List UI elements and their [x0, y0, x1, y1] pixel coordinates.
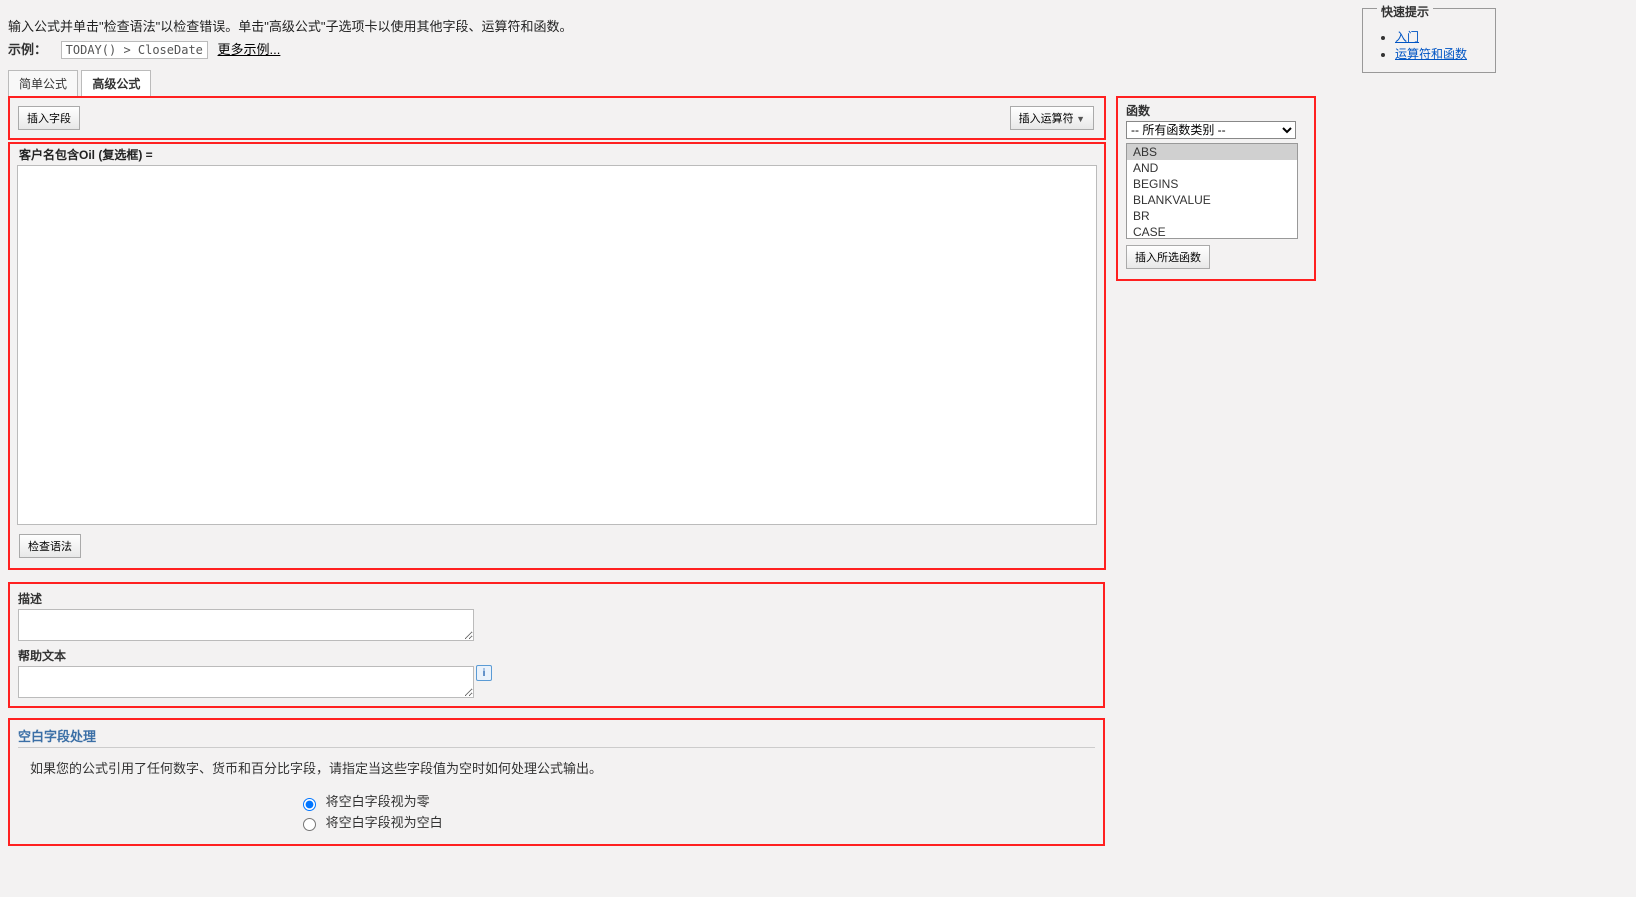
function-item-abs[interactable]: ABS [1127, 144, 1297, 160]
function-item-case[interactable]: CASE [1127, 224, 1297, 239]
function-list[interactable]: ABS AND BEGINS BLANKVALUE BR CASE [1126, 143, 1298, 239]
formula-toolbar: 插入字段 插入运算符 [8, 96, 1106, 140]
formula-field-label: 客户名包含Oil (复选框) = [11, 144, 1103, 163]
blank-option-blank-label[interactable]: 将空白字段视为空白 [298, 812, 1095, 832]
info-icon[interactable]: i [476, 665, 492, 681]
function-category-select[interactable]: -- 所有函数类别 -- [1126, 121, 1296, 139]
blank-option-zero-radio[interactable] [303, 798, 316, 811]
blank-option-zero-label[interactable]: 将空白字段视为零 [298, 791, 1095, 811]
more-examples-link[interactable]: 更多示例... [218, 42, 281, 57]
description-textarea[interactable] [18, 609, 474, 641]
blank-option-blank-text: 将空白字段视为空白 [326, 815, 443, 830]
formula-editor-panel: 客户名包含Oil (复选框) = 检查语法 [8, 142, 1106, 570]
blank-option-blank-radio[interactable] [303, 818, 316, 831]
function-item-begins[interactable]: BEGINS [1127, 176, 1297, 192]
formula-tabs: 简单公式 高级公式 [8, 69, 1628, 96]
tab-simple-formula[interactable]: 简单公式 [8, 70, 78, 97]
blank-handling-title: 空白字段处理 [18, 726, 1095, 748]
help-text-textarea[interactable] [18, 666, 474, 698]
example-code: TODAY() > CloseDate [61, 41, 208, 59]
insert-field-button[interactable]: 插入字段 [18, 106, 80, 130]
functions-panel: 函数 -- 所有函数类别 -- ABS AND BEGINS BLANKVALU… [1116, 96, 1316, 281]
quick-tips-panel: 快速提示 入门 运算符和函数 [1362, 8, 1496, 73]
function-item-and[interactable]: AND [1127, 160, 1297, 176]
help-text-label: 帮助文本 [18, 647, 1095, 664]
formula-textarea[interactable] [17, 165, 1097, 525]
blank-handling-description: 如果您的公式引用了任何数字、货币和百分比字段，请指定当这些字段值为空时如何处理公… [30, 758, 1095, 777]
blank-option-zero-text: 将空白字段视为零 [326, 794, 430, 809]
function-item-blankvalue[interactable]: BLANKVALUE [1127, 192, 1297, 208]
example-label: 示例： [8, 42, 47, 57]
tab-advanced-formula[interactable]: 高级公式 [81, 70, 151, 97]
quick-tip-link-operators-functions[interactable]: 运算符和函数 [1395, 47, 1467, 61]
description-label: 描述 [18, 590, 1095, 607]
functions-title: 函数 [1126, 102, 1306, 119]
description-panel: 描述 帮助文本 i [8, 582, 1105, 708]
function-item-br[interactable]: BR [1127, 208, 1297, 224]
quick-tip-link-getting-started[interactable]: 入门 [1395, 30, 1419, 44]
blank-field-handling-panel: 空白字段处理 如果您的公式引用了任何数字、货币和百分比字段，请指定当这些字段值为… [8, 718, 1105, 846]
insert-selected-function-button[interactable]: 插入所选函数 [1126, 245, 1210, 269]
check-syntax-button[interactable]: 检查语法 [19, 534, 81, 558]
insert-operator-button[interactable]: 插入运算符 [1010, 106, 1094, 130]
quick-tips-title: 快速提示 [1377, 3, 1433, 20]
